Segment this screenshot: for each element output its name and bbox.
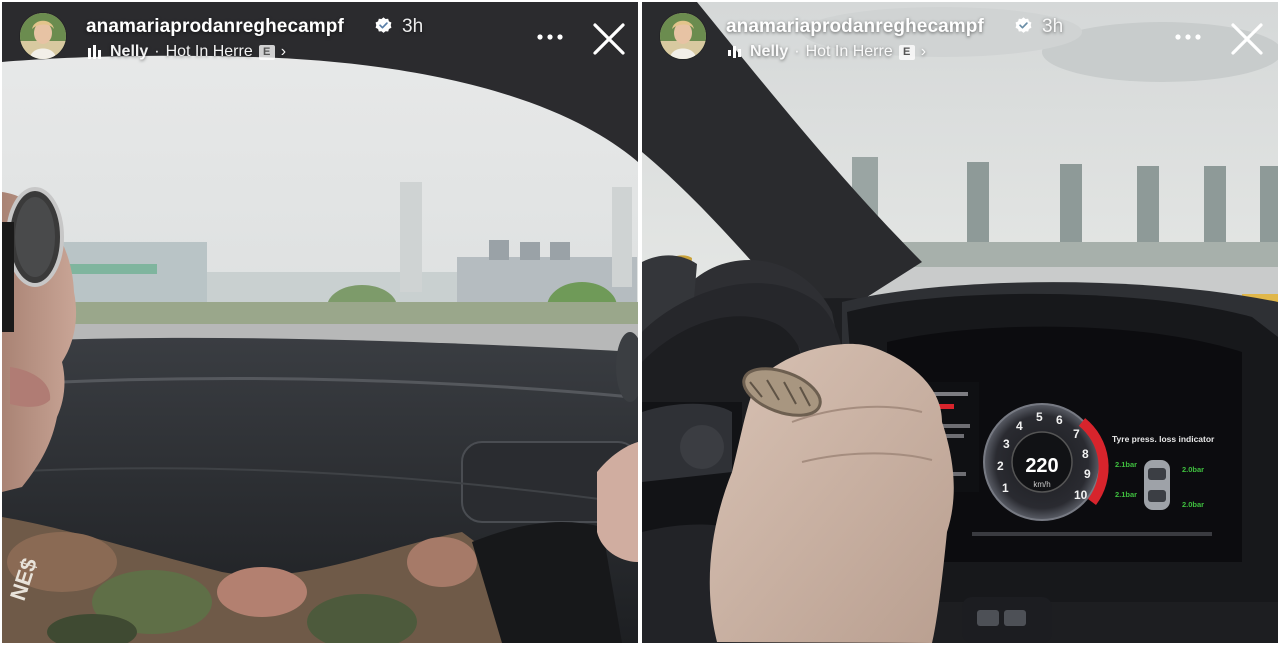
speed-unit: km/h bbox=[1033, 480, 1050, 489]
gauge-num-5: 5 bbox=[1036, 410, 1043, 424]
music-song: Hot In Herre bbox=[165, 43, 253, 60]
avatar-image bbox=[660, 13, 706, 59]
gauge-num-8: 8 bbox=[1082, 447, 1089, 461]
avatar[interactable] bbox=[660, 13, 706, 59]
gauge-num-9: 9 bbox=[1084, 467, 1091, 481]
tyre-reading-fl: 2.1bar bbox=[1115, 460, 1137, 469]
gauge-num-10: 10 bbox=[1074, 488, 1088, 502]
username[interactable]: anamariaprodanreghecampf bbox=[726, 16, 984, 38]
chevron-right-icon: › bbox=[280, 43, 287, 60]
explicit-badge: E bbox=[258, 44, 275, 60]
tyre-reading-rl: 2.1bar bbox=[1115, 490, 1137, 499]
gauge-num-7: 7 bbox=[1073, 427, 1080, 441]
tyre-reading-fr: 2.0bar bbox=[1182, 465, 1204, 474]
story-panel-left[interactable]: NE$ anamariaprodanreghecampf 3h Nelly · … bbox=[2, 2, 638, 643]
gauge-num-3: 3 bbox=[1003, 437, 1010, 451]
music-artist: Nelly bbox=[750, 43, 789, 60]
gauge-num-2: 2 bbox=[997, 459, 1004, 473]
gauge-num-6: 6 bbox=[1056, 413, 1063, 427]
explicit-badge: E bbox=[898, 44, 915, 60]
close-button[interactable] bbox=[590, 20, 628, 58]
music-attribution[interactable]: Nelly · Hot In Herre E › bbox=[728, 41, 926, 63]
audio-bars-icon bbox=[728, 46, 741, 58]
tyre-reading-rr: 2.0bar bbox=[1182, 500, 1204, 509]
music-separator: · bbox=[154, 43, 160, 60]
post-time: 3h bbox=[1042, 16, 1064, 37]
avatar[interactable] bbox=[20, 13, 66, 59]
music-artist: Nelly bbox=[110, 43, 149, 60]
gauge-num-1: 1 bbox=[1002, 481, 1009, 495]
music-separator: · bbox=[794, 43, 800, 60]
verified-badge-icon bbox=[1015, 17, 1032, 33]
music-song: Hot In Herre bbox=[805, 43, 893, 60]
tyre-panel-title: Tyre press. loss indicator bbox=[1112, 434, 1215, 444]
gauge-num-4: 4 bbox=[1016, 419, 1023, 433]
story-header: anamariaprodanreghecampf 3h Nelly · Hot … bbox=[642, 2, 1278, 72]
verified-badge-icon bbox=[375, 17, 392, 33]
story-header: anamariaprodanreghecampf 3h Nelly · Hot … bbox=[2, 2, 638, 72]
more-options-button[interactable] bbox=[1170, 22, 1206, 52]
post-time: 3h bbox=[402, 16, 424, 37]
more-options-button[interactable] bbox=[532, 22, 568, 52]
avatar-image bbox=[20, 13, 66, 59]
close-button[interactable] bbox=[1228, 20, 1266, 58]
username[interactable]: anamariaprodanreghecampf bbox=[86, 16, 344, 38]
audio-bars-icon bbox=[88, 45, 101, 59]
chevron-right-icon: › bbox=[920, 43, 927, 60]
story-image-right: 1 2 3 4 5 6 7 8 9 10 220 km/h Tyre press… bbox=[642, 2, 1278, 643]
music-attribution[interactable]: Nelly · Hot In Herre E › bbox=[88, 41, 286, 63]
story-image-left: NE$ bbox=[2, 2, 638, 643]
speed-readout: 220 bbox=[1025, 455, 1058, 477]
story-panel-right[interactable]: 1 2 3 4 5 6 7 8 9 10 220 km/h Tyre press… bbox=[642, 2, 1278, 643]
